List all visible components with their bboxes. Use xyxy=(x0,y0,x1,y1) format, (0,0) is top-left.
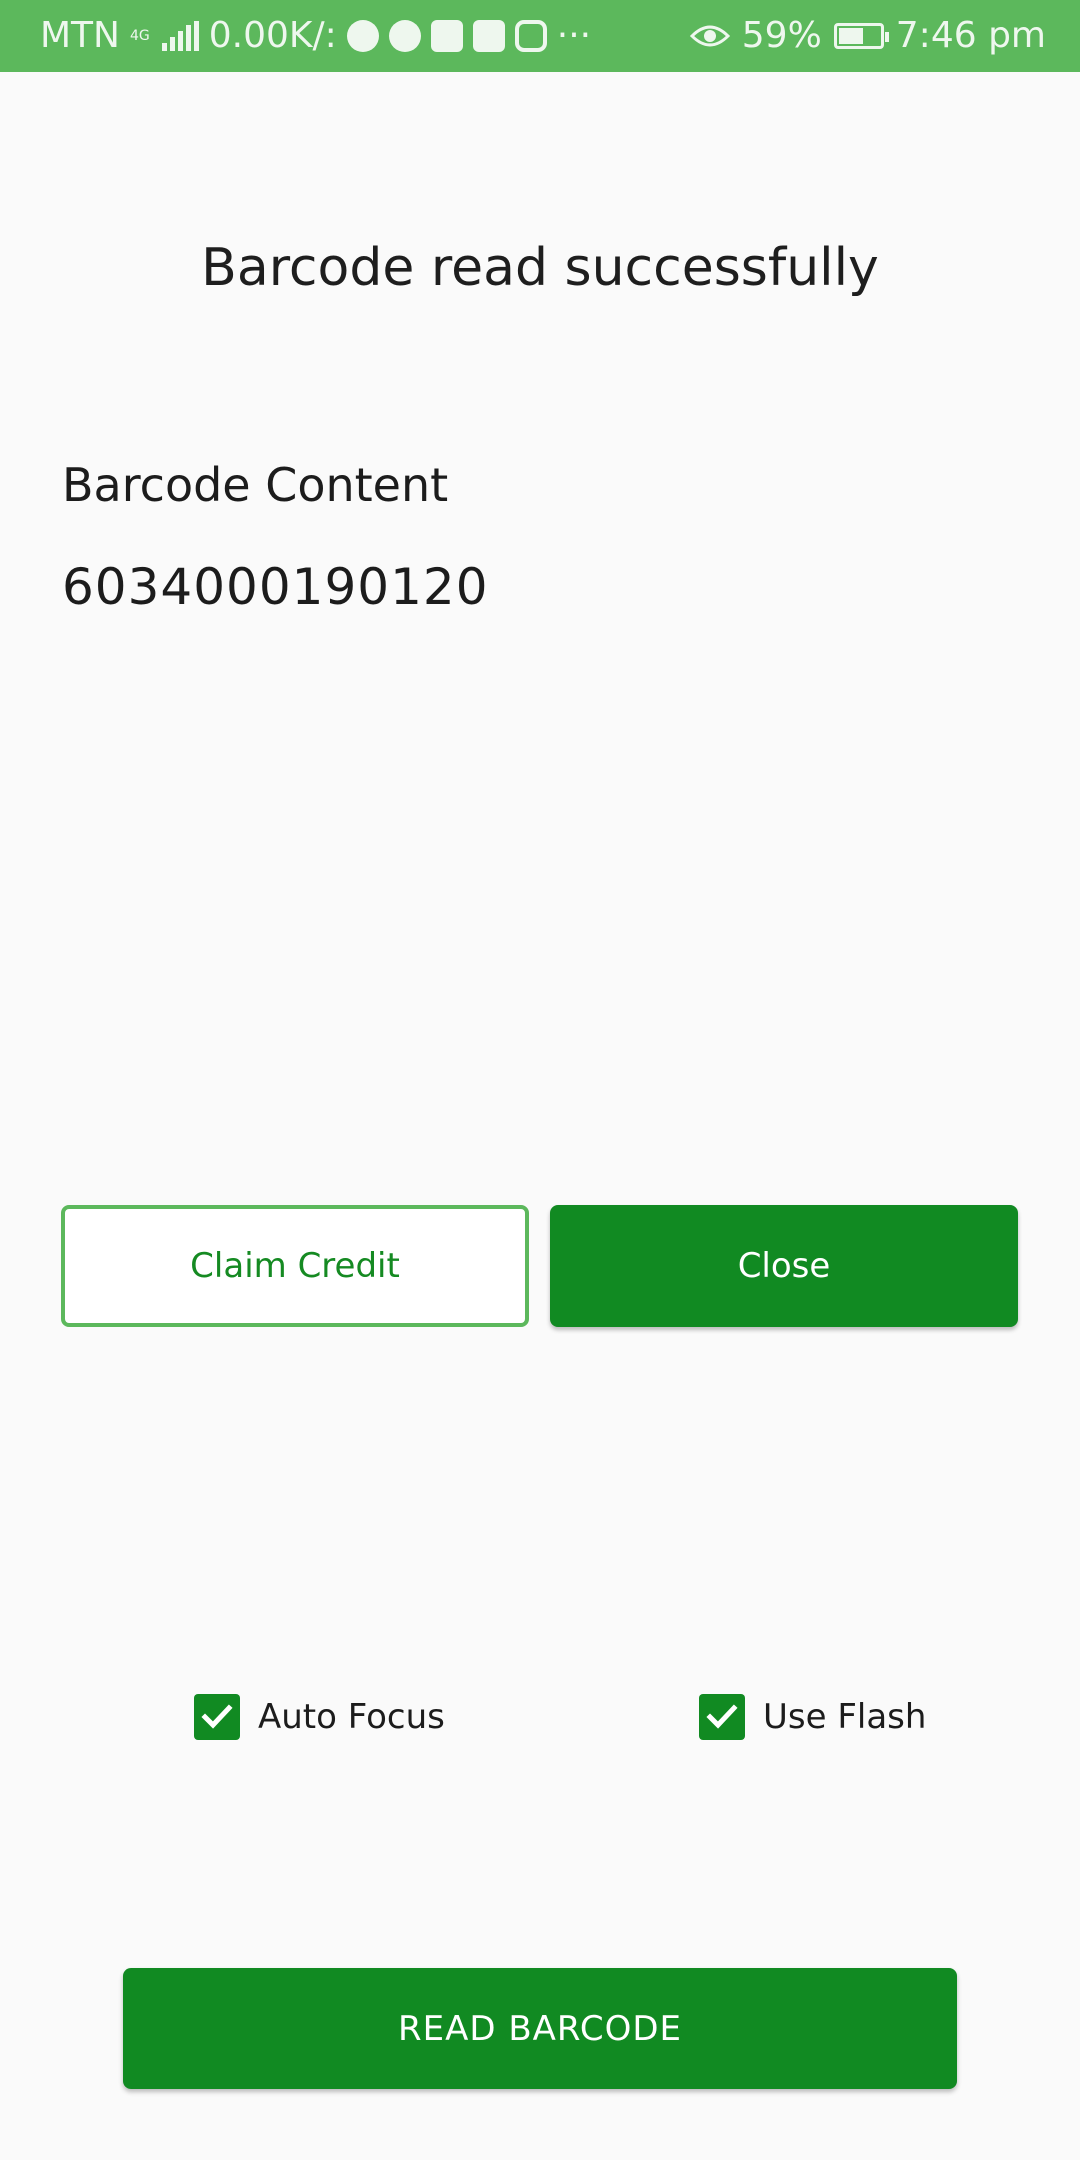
network-speed: 0.00K/: xyxy=(208,15,337,56)
eye-icon xyxy=(689,25,730,47)
use-flash-checkbox[interactable] xyxy=(699,1694,745,1740)
auto-focus-checkbox[interactable] xyxy=(194,1694,240,1740)
use-flash-label: Use Flash xyxy=(763,1697,927,1737)
check-icon xyxy=(706,1704,738,1729)
battery-icon xyxy=(833,23,889,49)
auto-focus-option[interactable]: Auto Focus xyxy=(194,1694,445,1740)
status-right: 59% 7:46 pm xyxy=(689,0,1046,72)
barcode-content-label: Barcode Content xyxy=(62,458,449,512)
claim-credit-button[interactable]: Claim Credit xyxy=(61,1205,529,1327)
status-bar: MTN 4G 0.00K/: ··· 59% 7:46 pm xyxy=(0,0,1080,72)
close-button[interactable]: Close xyxy=(550,1205,1018,1327)
read-barcode-button[interactable]: READ BARCODE xyxy=(123,1968,957,2089)
status-left: MTN 4G 0.00K/: ··· xyxy=(40,0,591,72)
use-flash-option[interactable]: Use Flash xyxy=(699,1694,926,1740)
check-icon xyxy=(201,1704,233,1729)
network-type: 4G xyxy=(129,28,150,44)
whatsapp-icon xyxy=(346,20,379,52)
carrier-name: MTN xyxy=(40,15,120,56)
auto-focus-label: Auto Focus xyxy=(258,1697,445,1737)
battery-percent: 59% xyxy=(741,15,822,56)
telegram-icon xyxy=(388,20,421,52)
page-title: Barcode read successfully xyxy=(201,238,879,298)
clock: 7:46 pm xyxy=(895,15,1046,56)
outlook-icon xyxy=(430,20,463,52)
barcode-content-value: 6034000190120 xyxy=(62,558,489,616)
read-barcode-label: READ BARCODE xyxy=(397,2008,683,2049)
signal-icon xyxy=(161,21,199,51)
close-label: Close xyxy=(737,1246,831,1286)
linkedin-icon xyxy=(472,20,505,52)
claim-credit-label: Claim Credit xyxy=(190,1246,400,1286)
instagram-icon xyxy=(514,20,547,52)
overflow-icon: ··· xyxy=(556,15,592,56)
